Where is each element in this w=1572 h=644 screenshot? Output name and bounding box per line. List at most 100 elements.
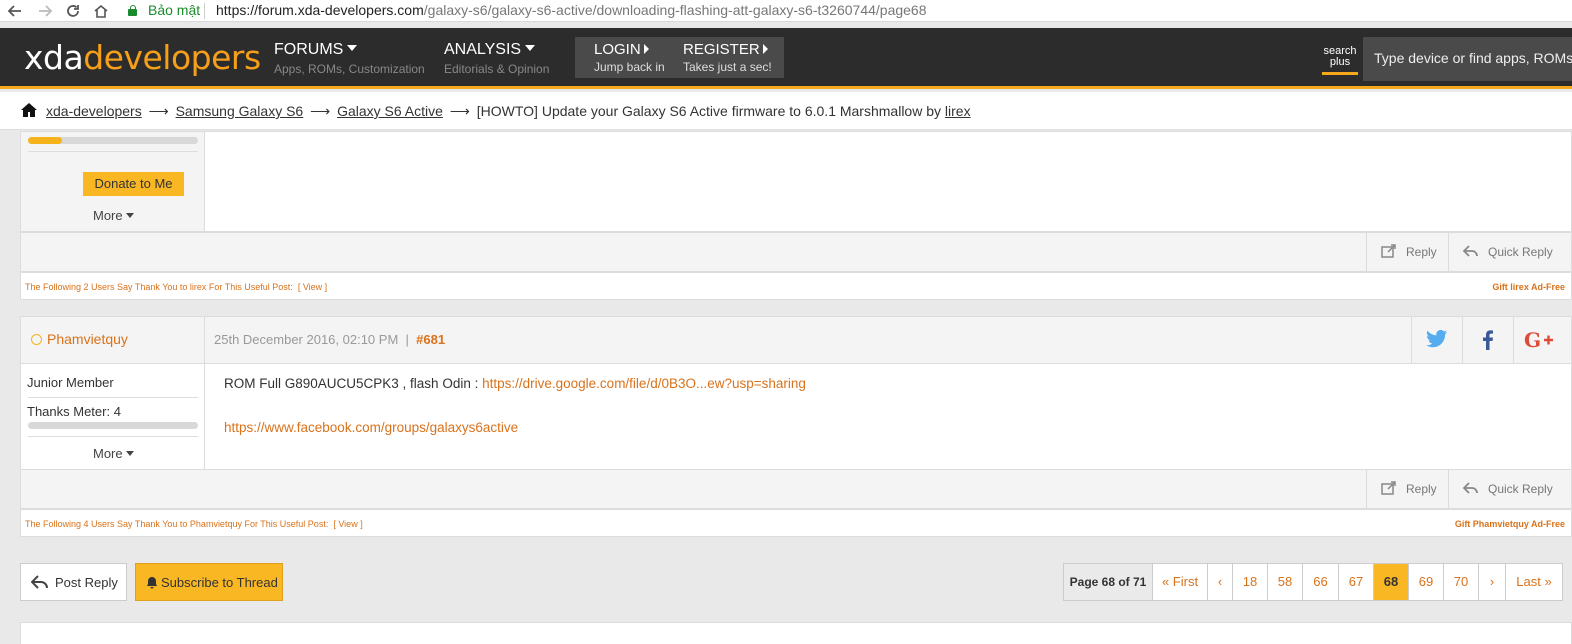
post-date: 25th December 2016, 02:10 PM <box>214 332 399 347</box>
pagination: Page 68 of 71 « First ‹ 18 58 66 67 68 6… <box>1063 563 1563 601</box>
twitter-share-button[interactable] <box>1411 317 1462 363</box>
post-actions: Reply Quick Reply <box>20 232 1572 272</box>
caret-down-icon <box>125 451 134 456</box>
quick-reply-icon <box>1463 482 1478 494</box>
page-link[interactable]: 18 <box>1232 564 1267 600</box>
site-header: xdadevelopers FORUMS Apps, ROMs, Customi… <box>0 28 1572 89</box>
svg-text:G: G <box>1524 329 1541 351</box>
first-page-link[interactable]: « First <box>1152 564 1207 600</box>
register-title: REGISTER <box>683 41 760 58</box>
google-plus-share-button[interactable]: G <box>1513 317 1564 363</box>
page-link[interactable]: 66 <box>1302 564 1338 600</box>
page-link[interactable]: 70 <box>1443 564 1478 600</box>
post-number-link[interactable]: #681 <box>416 332 445 347</box>
arrow-right-icon: ⟶ <box>449 103 470 119</box>
breadcrumb: xda-developers ⟶ Samsung Galaxy S6 ⟶ Gal… <box>0 92 1572 130</box>
offline-status-icon <box>31 334 42 345</box>
bell-icon <box>147 577 157 589</box>
arrow-right-icon: ⟶ <box>148 103 169 119</box>
breadcrumb-trail: xda-developers ⟶ Samsung Galaxy S6 ⟶ Gal… <box>46 103 971 120</box>
forums-title: FORUMS <box>274 41 344 58</box>
back-arrow-icon[interactable] <box>4 0 26 22</box>
login-button[interactable]: LOGIN Jump back in <box>594 41 665 74</box>
reply-button[interactable]: Reply <box>1366 470 1448 508</box>
current-page: 68 <box>1373 564 1408 600</box>
view-thanks-link[interactable]: [ View ] <box>298 282 327 292</box>
thread-author-link[interactable]: lirex <box>945 103 971 119</box>
post-actions-row: Reply Quick Reply <box>21 233 1571 271</box>
divider <box>28 436 198 437</box>
thanks-text: The Following 4 Users Say Thank You to P… <box>25 519 329 529</box>
login-subtitle: Jump back in <box>594 60 665 74</box>
page-link[interactable]: 58 <box>1267 564 1302 600</box>
search-plus-button[interactable]: search plus <box>1322 42 1358 75</box>
post-user-cell: Phamvietquy <box>21 317 205 363</box>
post-actions-row: Reply Quick Reply <box>21 470 1571 508</box>
next-page-link[interactable]: › <box>1478 564 1505 600</box>
thread-title: [HOWTO] Update your Galaxy S6 Active fir… <box>476 103 942 119</box>
user-rank: Junior Member <box>27 375 114 390</box>
post-reply-button[interactable]: Post Reply <box>20 563 127 601</box>
xda-logo[interactable]: xdadevelopers <box>24 38 261 77</box>
caret-down-icon <box>125 213 134 218</box>
thanks-bar: The Following 4 Users Say Thank You to P… <box>20 509 1572 537</box>
quick-reply-icon <box>1463 245 1478 257</box>
quick-reply-button[interactable]: Quick Reply <box>1448 470 1571 508</box>
home-icon[interactable] <box>90 0 112 22</box>
breadcrumb-item-xda[interactable]: xda-developers <box>46 103 142 119</box>
drive-link[interactable]: https://drive.google.com/file/d/0B3O...e… <box>482 376 806 391</box>
forward-arrow-icon[interactable] <box>34 0 56 22</box>
url-separator <box>204 3 205 19</box>
donate-button[interactable]: Donate to Me <box>83 172 184 196</box>
search-input[interactable]: Type device or find apps, ROMs, & <box>1363 37 1572 81</box>
post-content-line1: ROM Full G890AUCU5CPK3 , flash Odin : ht… <box>224 376 806 391</box>
more-button[interactable]: More <box>93 208 134 223</box>
thanks-meter-fill <box>28 137 62 144</box>
page-link[interactable]: 69 <box>1408 564 1443 600</box>
url-path: /galaxy-s6/galaxy-s6-active/downloading-… <box>423 2 927 18</box>
thanks-meter-bar <box>28 137 198 144</box>
breadcrumb-item-galaxy-s6-active[interactable]: Galaxy S6 Active <box>337 103 443 119</box>
register-button[interactable]: REGISTER Takes just a sec! <box>683 41 772 74</box>
reload-icon[interactable] <box>62 0 84 22</box>
gift-ad-free-link[interactable]: Gift lirex Ad-Free <box>1492 282 1565 292</box>
username-link[interactable]: Phamvietquy <box>31 331 128 347</box>
breadcrumb-item-galaxy-s6[interactable]: Samsung Galaxy S6 <box>176 103 304 119</box>
facebook-share-button[interactable] <box>1462 317 1513 363</box>
secure-label: Bảo mật <box>148 2 201 18</box>
forums-menu[interactable]: FORUMS Apps, ROMs, Customization <box>274 41 425 76</box>
gift-ad-free-link[interactable]: Gift Phamvietquy Ad-Free <box>1455 519 1565 529</box>
home-icon[interactable] <box>20 102 38 118</box>
last-page-link[interactable]: Last » <box>1505 564 1562 600</box>
divider <box>28 151 198 152</box>
reply-icon <box>1381 244 1396 258</box>
arrow-right-icon: ⟶ <box>310 103 331 119</box>
post-sidebar: Junior Member Thanks Meter: 4 More <box>21 364 205 469</box>
more-button[interactable]: More <box>93 446 134 461</box>
analysis-menu[interactable]: ANALYSIS Editorials & Opinion <box>444 41 549 76</box>
post-text: ROM Full G890AUCU5CPK3 , flash Odin : <box>224 376 479 391</box>
address-bar[interactable]: Bảo mật https://forum.xda-developers.com… <box>118 0 1572 22</box>
search-plus-line2: plus <box>1329 56 1351 68</box>
page-link[interactable]: 67 <box>1338 564 1373 600</box>
url-text[interactable]: https://forum.xda-developers.com/galaxy-… <box>216 2 927 18</box>
post-header: Phamvietquy 25th December 2016, 02:10 PM… <box>20 316 1572 364</box>
post-actions: Reply Quick Reply <box>20 469 1572 509</box>
login-title: LOGIN <box>594 41 641 58</box>
view-thanks-link[interactable]: [ View ] <box>333 519 362 529</box>
quick-reply-button[interactable]: Quick Reply <box>1448 233 1571 271</box>
facebook-group-link[interactable]: https://www.facebook.com/groups/galaxys6… <box>224 420 518 435</box>
analysis-title: ANALYSIS <box>444 41 522 58</box>
post-body: Donate to Me More <box>20 131 1572 232</box>
register-subtitle: Takes just a sec! <box>683 60 772 74</box>
subscribe-button[interactable]: Subscribe to Thread <box>135 563 283 601</box>
caret-down-icon <box>347 45 358 51</box>
thanks-text: The Following 2 Users Say Thank You to l… <box>25 282 293 292</box>
lock-icon <box>128 5 137 16</box>
prev-page-link[interactable]: ‹ <box>1207 564 1232 600</box>
thanks-meter-label: Thanks Meter: 4 <box>27 404 121 419</box>
divider <box>28 397 198 398</box>
reply-button[interactable]: Reply <box>1366 233 1448 271</box>
post-body: Junior Member Thanks Meter: 4 More ROM F… <box>20 363 1572 470</box>
reply-arrow-icon <box>31 575 48 589</box>
